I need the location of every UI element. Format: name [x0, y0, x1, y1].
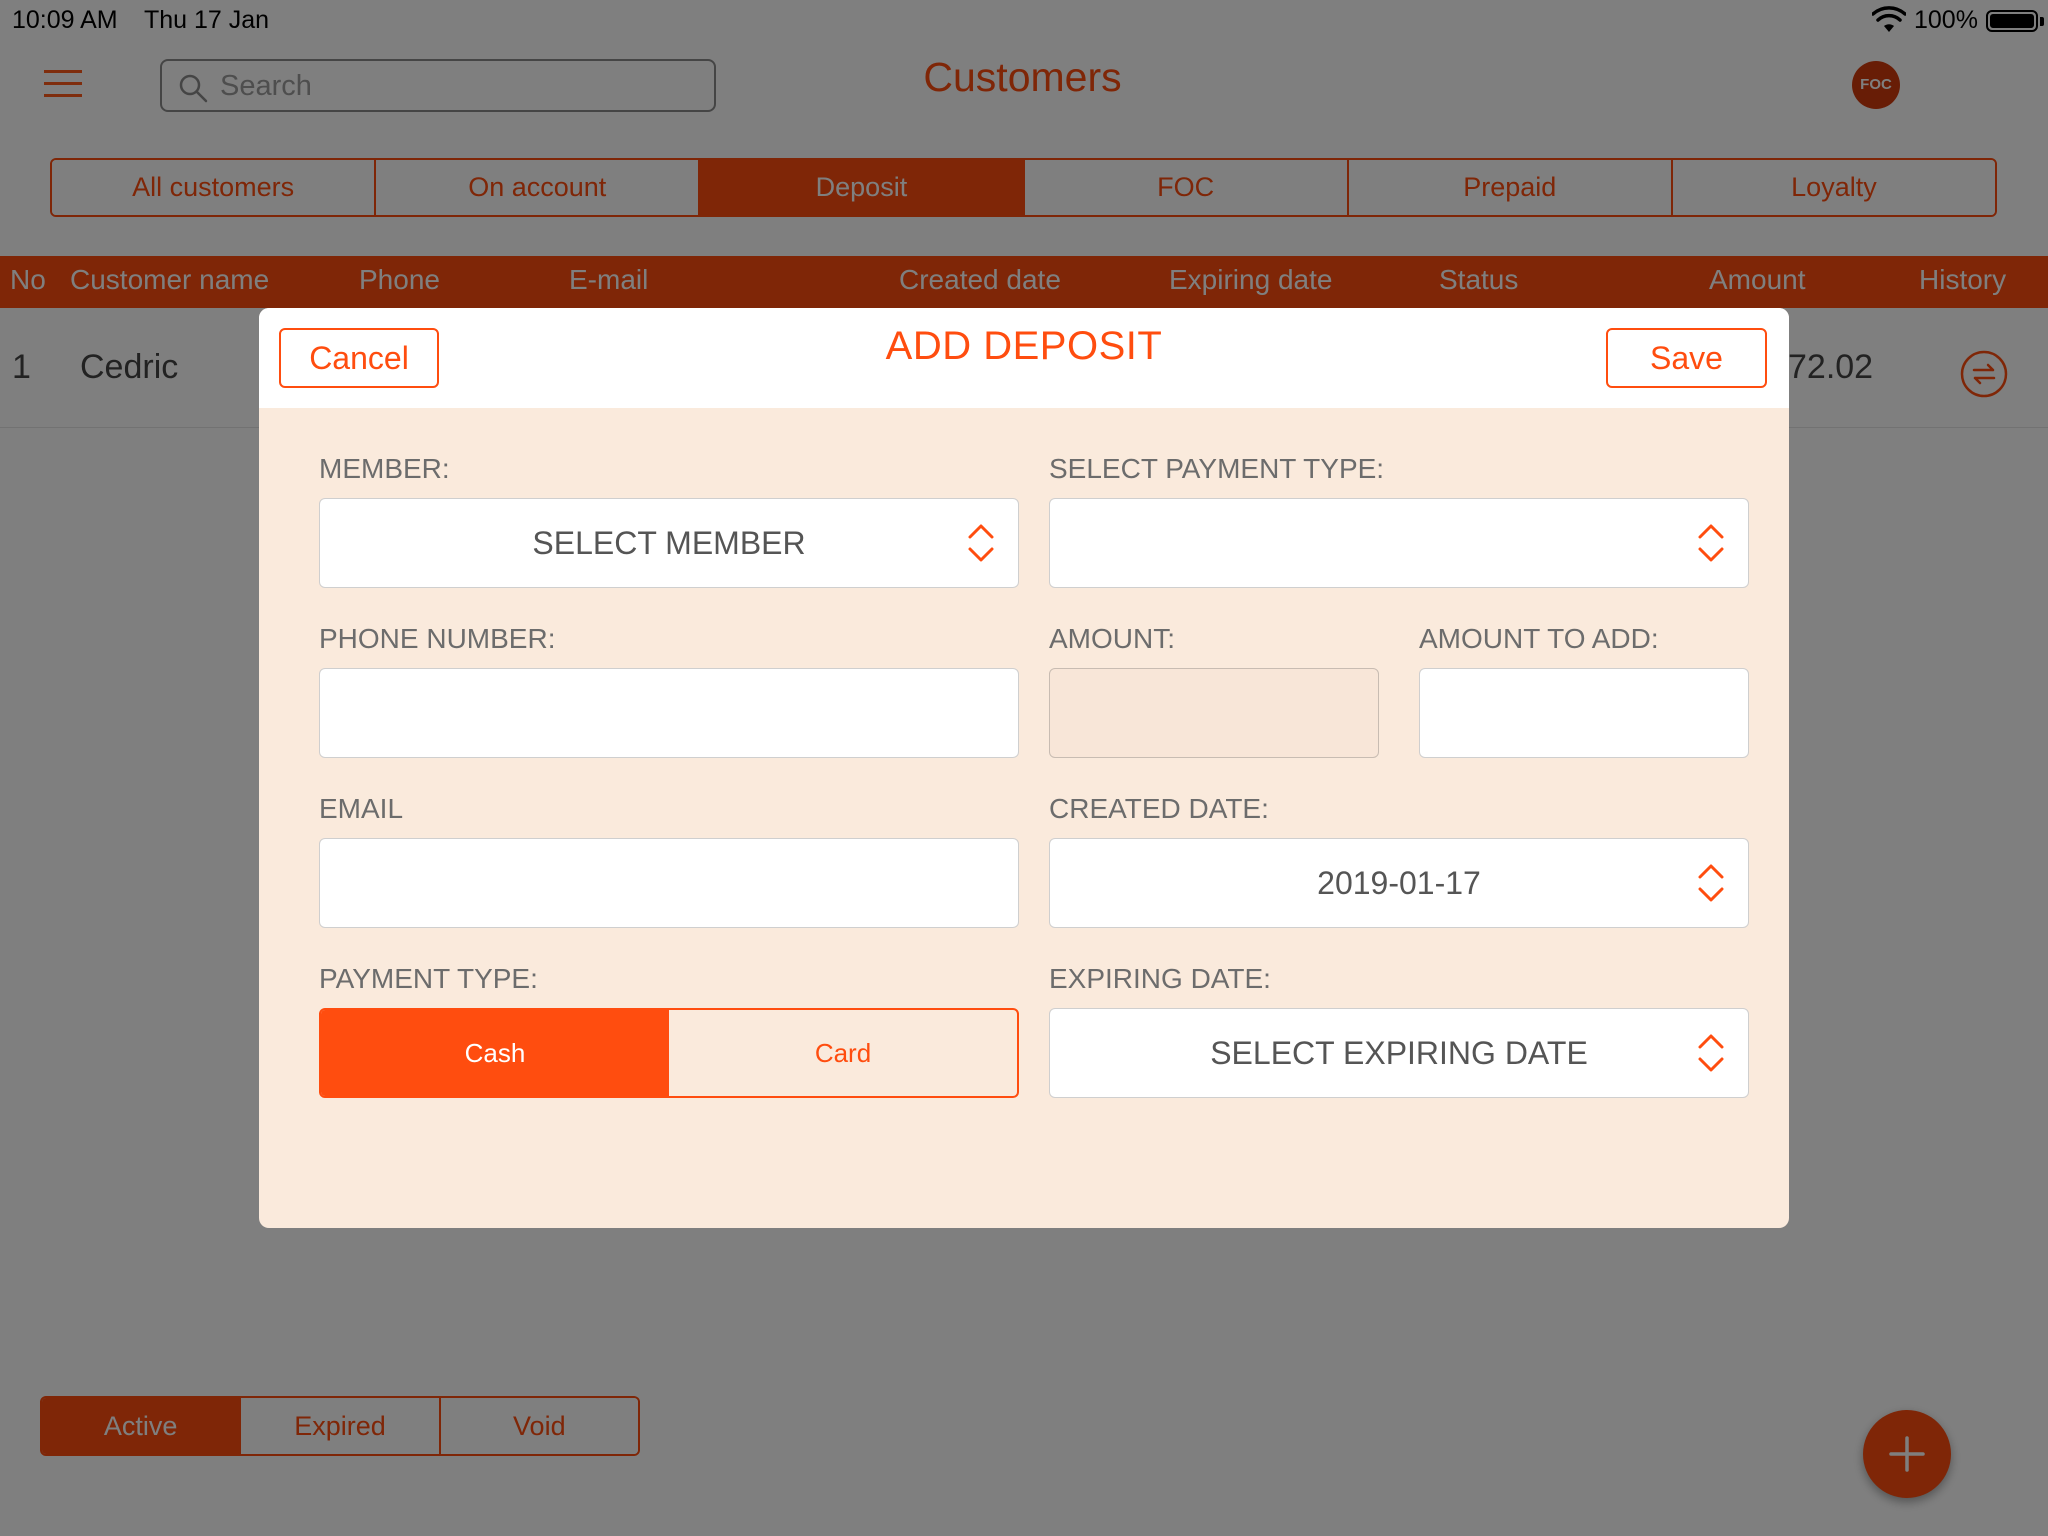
email-label: EMAIL — [319, 793, 404, 824]
phone-number-field[interactable] — [319, 668, 1019, 758]
up-down-chevron-icon — [968, 524, 994, 562]
up-down-chevron-icon — [1698, 864, 1724, 902]
card-option[interactable]: Card — [669, 1010, 1017, 1096]
amount-to-add-input[interactable] — [1420, 669, 1748, 757]
created-date-value: 2019-01-17 — [1317, 865, 1481, 901]
expiring-date-label: EXPIRING DATE: — [1049, 963, 1271, 994]
member-select[interactable]: SELECT MEMBER — [319, 498, 1019, 588]
up-down-chevron-icon — [1698, 1034, 1724, 1072]
payment-type-label: PAYMENT TYPE: — [319, 963, 538, 994]
member-label: MEMBER: — [319, 453, 450, 484]
cash-option[interactable]: Cash — [321, 1010, 669, 1096]
expiring-date-select[interactable]: SELECT EXPIRING DATE — [1049, 1008, 1749, 1098]
amount-to-add-field[interactable] — [1419, 668, 1749, 758]
customers-screen: 10:09 AM Thu 17 Jan 100% Customers FOC A… — [0, 0, 2048, 1536]
email-field[interactable] — [319, 838, 1019, 928]
save-button[interactable]: Save — [1606, 328, 1767, 388]
amount-to-add-label: AMOUNT TO ADD: — [1419, 623, 1659, 654]
amount-field — [1049, 668, 1379, 758]
payment-type-select-value — [1050, 499, 1748, 587]
modal-header: Cancel ADD DEPOSIT Save — [259, 308, 1789, 408]
phone-number-label: PHONE NUMBER: — [319, 623, 556, 654]
amount-label: AMOUNT: — [1049, 623, 1175, 654]
select-payment-type-label: SELECT PAYMENT TYPE: — [1049, 453, 1385, 484]
phone-number-input[interactable] — [320, 669, 1018, 757]
amount-input — [1050, 669, 1378, 757]
add-deposit-modal: Cancel ADD DEPOSIT Save MEMBER: SELECT M… — [259, 308, 1789, 1228]
payment-type-toggle: Cash Card — [319, 1008, 1019, 1098]
member-select-value: SELECT MEMBER — [532, 525, 806, 561]
payment-type-select[interactable] — [1049, 498, 1749, 588]
cancel-button[interactable]: Cancel — [279, 328, 439, 388]
created-date-label: CREATED DATE: — [1049, 793, 1269, 824]
created-date-select[interactable]: 2019-01-17 — [1049, 838, 1749, 928]
email-input[interactable] — [320, 839, 1018, 927]
modal-title: ADD DEPOSIT — [885, 324, 1163, 368]
expiring-date-value: SELECT EXPIRING DATE — [1210, 1035, 1588, 1071]
up-down-chevron-icon — [1698, 524, 1724, 562]
